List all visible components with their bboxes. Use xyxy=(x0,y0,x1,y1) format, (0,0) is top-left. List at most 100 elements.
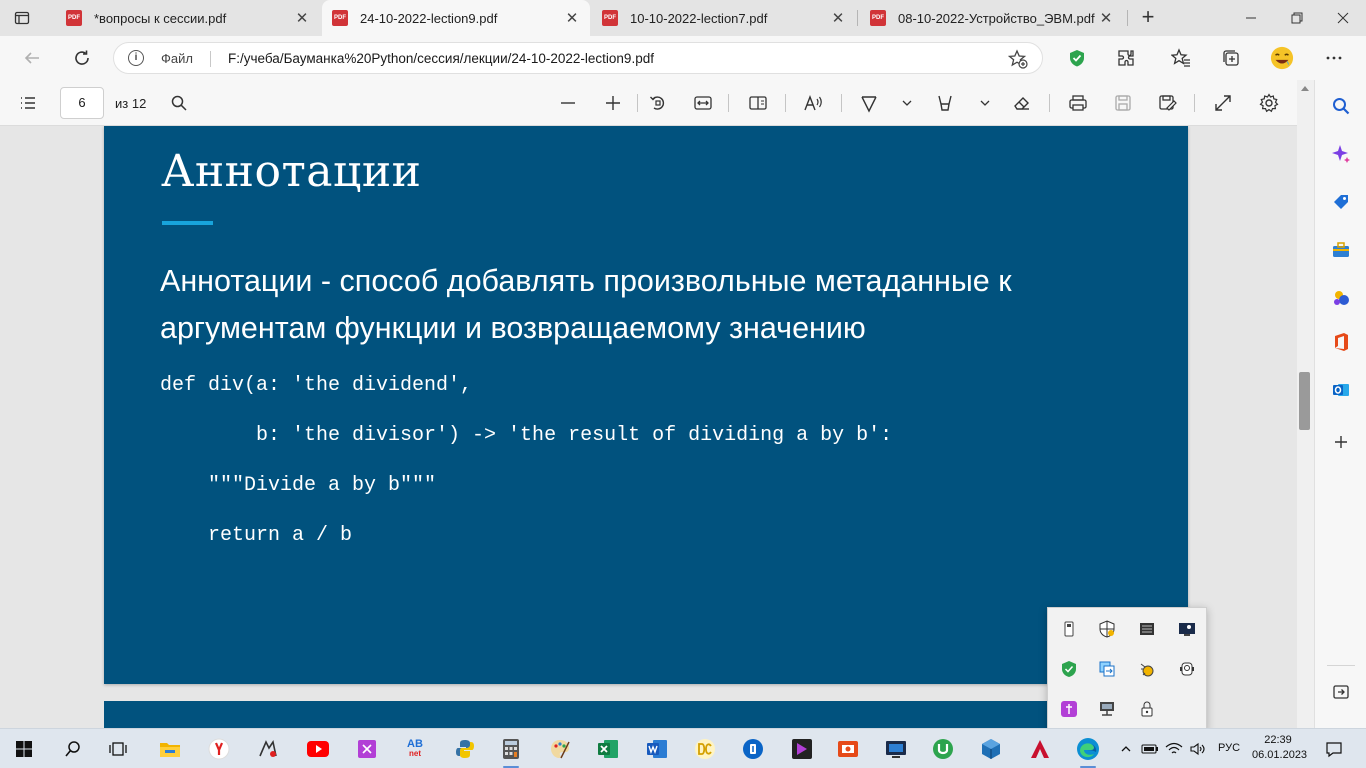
read-aloud-icon[interactable] xyxy=(802,91,826,115)
sync-icon[interactable] xyxy=(1098,660,1116,678)
presentation-app-icon[interactable] xyxy=(836,737,860,761)
highlight-icon[interactable] xyxy=(933,91,957,115)
shopping-tag-icon[interactable] xyxy=(1329,190,1353,214)
close-icon[interactable]: ✕ xyxy=(830,9,846,27)
close-icon[interactable]: ✕ xyxy=(1098,9,1114,27)
input-language[interactable]: РУС xyxy=(1218,742,1240,754)
defender-shield-icon[interactable] xyxy=(1060,660,1078,678)
calculator-icon[interactable] xyxy=(499,737,523,768)
autocad-icon[interactable] xyxy=(1028,737,1052,761)
new-tab-button[interactable]: + xyxy=(1137,6,1159,29)
eraser-icon[interactable] xyxy=(1010,91,1034,115)
hardware-icon[interactable] xyxy=(1138,620,1156,638)
page-total-label: из 12 xyxy=(115,96,147,111)
bug-icon[interactable] xyxy=(1138,660,1156,678)
webcam-icon[interactable] xyxy=(1178,660,1196,678)
outlook-icon[interactable] xyxy=(1329,378,1353,402)
youtube-icon[interactable] xyxy=(306,737,330,761)
info-app-icon[interactable] xyxy=(741,737,765,761)
more-menu-icon[interactable] xyxy=(1322,46,1346,70)
zoom-out-icon[interactable] xyxy=(556,91,580,115)
security-shield-icon[interactable] xyxy=(1098,620,1116,638)
tab-lection9[interactable]: PDF 24-10-2022-lection9.pdf ✕ xyxy=(322,0,590,36)
scroll-up-arrow-icon[interactable] xyxy=(1301,86,1309,91)
vertical-scrollbar[interactable] xyxy=(1297,80,1314,728)
remote-desktop-icon[interactable] xyxy=(884,737,908,761)
table-of-contents-icon[interactable] xyxy=(16,91,40,115)
tools-briefcase-icon[interactable] xyxy=(1329,238,1353,262)
page-view-icon[interactable] xyxy=(746,91,770,115)
extensions-icon[interactable] xyxy=(1114,46,1138,70)
task-view-icon[interactable] xyxy=(107,737,131,761)
paint-tool-icon[interactable] xyxy=(355,737,379,761)
paint-palette-icon[interactable] xyxy=(548,737,572,761)
rotate-icon[interactable] xyxy=(646,91,670,115)
page-number-input[interactable]: 6 xyxy=(60,87,104,119)
dc-app-icon[interactable] xyxy=(693,737,717,761)
display-icon[interactable] xyxy=(1178,620,1196,638)
code-line: """Divide a by b""" xyxy=(160,474,437,497)
tab-ustroistvo-evm[interactable]: PDF 08-10-2022-Устройство_ЭВМ.pdf ✕ xyxy=(860,0,1124,36)
excel-icon[interactable] xyxy=(596,737,620,761)
chevron-down-icon[interactable] xyxy=(973,91,997,115)
file-explorer-icon[interactable] xyxy=(158,737,182,761)
add-icon[interactable] xyxy=(1329,430,1353,454)
add-favorite-icon[interactable] xyxy=(1007,49,1028,69)
refresh-icon[interactable] xyxy=(70,46,94,70)
tab-actions-icon[interactable] xyxy=(12,8,32,28)
zoom-in-icon[interactable] xyxy=(601,91,625,115)
notifications-icon[interactable] xyxy=(1322,737,1346,761)
scroll-thumb[interactable] xyxy=(1299,372,1310,430)
usb-device-icon[interactable] xyxy=(1060,620,1078,638)
save-icon[interactable] xyxy=(1111,91,1135,115)
info-icon[interactable]: i xyxy=(128,50,144,66)
games-icon[interactable] xyxy=(1329,286,1353,310)
search-icon[interactable] xyxy=(1329,94,1353,118)
minimize-button[interactable] xyxy=(1228,0,1274,36)
print-icon[interactable] xyxy=(1066,91,1090,115)
address-bar[interactable]: i Файл F:/учеба/Бауманка%20Python/сессия… xyxy=(113,42,1043,74)
office-icon[interactable] xyxy=(1329,330,1353,354)
close-window-button[interactable] xyxy=(1320,0,1366,36)
search-icon[interactable] xyxy=(167,91,191,115)
word-icon[interactable] xyxy=(645,737,669,761)
tab-voprosy[interactable]: PDF *вопросы к сессии.pdf ✕ xyxy=(56,0,320,36)
network-drive-icon[interactable] xyxy=(1098,700,1116,718)
edge-browser-icon[interactable] xyxy=(1076,737,1100,768)
media-app-icon[interactable] xyxy=(1060,700,1078,718)
battery-icon[interactable] xyxy=(1140,737,1160,761)
restore-button[interactable] xyxy=(1274,0,1320,36)
pdf-page-slide: Аннотации Аннотации - способ добавлять п… xyxy=(104,126,1188,684)
utorrent-icon[interactable] xyxy=(931,737,955,761)
back-arrow-icon[interactable] xyxy=(20,46,44,70)
close-icon[interactable]: ✕ xyxy=(564,9,580,27)
close-icon[interactable]: ✕ xyxy=(294,9,310,27)
system-clock[interactable]: 22:39 06.01.2023 xyxy=(1252,733,1307,763)
profile-avatar-icon[interactable] xyxy=(1270,46,1294,70)
show-hidden-icons-chevron-icon[interactable] xyxy=(1116,737,1136,761)
fit-width-icon[interactable] xyxy=(691,91,715,115)
copilot-sparkle-icon[interactable] xyxy=(1329,142,1353,166)
tab-lection7[interactable]: PDF 10-10-2022-lection7.pdf ✕ xyxy=(592,0,856,36)
lock-device-icon[interactable] xyxy=(1138,700,1156,718)
save-as-icon[interactable] xyxy=(1156,91,1180,115)
settings-gear-icon[interactable] xyxy=(1257,91,1281,115)
shield-icon[interactable] xyxy=(1065,46,1089,70)
start-windows-icon[interactable] xyxy=(12,737,36,761)
abc-net-icon[interactable]: AB net xyxy=(403,737,427,761)
full-screen-icon[interactable] xyxy=(1211,91,1235,115)
taskbar-search-icon[interactable] xyxy=(61,737,85,761)
python-icon[interactable] xyxy=(453,737,477,761)
wifi-icon[interactable] xyxy=(1164,737,1184,761)
collections-icon[interactable] xyxy=(1219,46,1243,70)
favorites-icon[interactable] xyxy=(1169,46,1193,70)
virtualbox-icon[interactable] xyxy=(979,737,1003,761)
url-text[interactable]: F:/учеба/Бауманка%20Python/сессия/лекции… xyxy=(228,51,654,66)
vector-editor-icon[interactable] xyxy=(256,737,280,761)
draw-icon[interactable] xyxy=(857,91,881,115)
chevron-down-icon[interactable] xyxy=(895,91,919,115)
yandex-browser-icon[interactable] xyxy=(207,737,231,761)
hide-sidebar-icon[interactable] xyxy=(1329,680,1353,704)
media-player-icon[interactable] xyxy=(790,737,814,761)
volume-icon[interactable] xyxy=(1188,737,1208,761)
